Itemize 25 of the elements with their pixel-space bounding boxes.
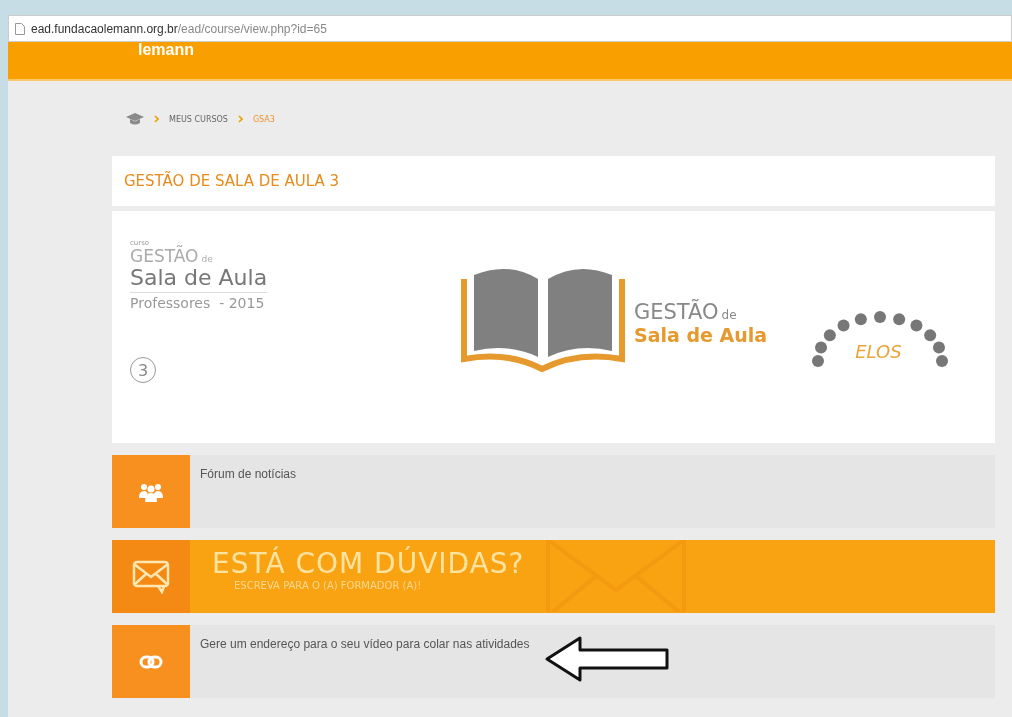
banner-title-small: GESTÃO	[130, 247, 199, 265]
partner-logo-text: ELOS	[855, 341, 902, 362]
activity-link[interactable]: Fórum de notícias	[200, 467, 297, 481]
envelope-icon	[132, 559, 170, 594]
url-domain: ead.fundacaolemann.org.br	[31, 21, 178, 36]
breadcrumb-link[interactable]: MEUS CURSOS	[169, 114, 228, 124]
book-connector: de	[721, 308, 737, 322]
banner-connector: de	[201, 254, 213, 264]
course-title: GESTÃO DE SALA DE AULA 3	[124, 172, 340, 190]
chevron-icon	[237, 115, 243, 123]
address-bar[interactable]: ead.fundacaolemann.org.br/ead/course/view.php?id=65	[8, 15, 1012, 42]
page-icon	[15, 22, 25, 35]
people-group-icon	[138, 481, 164, 502]
chevron-icon	[154, 115, 159, 123]
left-arrow-icon	[543, 635, 670, 683]
activity-link[interactable]: Gere um endereço para o seu vídeo para colar nas atividades	[200, 637, 530, 651]
banner-title-large: Sala de Aula	[130, 265, 268, 293]
book-subtitle: Sala de Aula	[634, 324, 768, 346]
graduation-cap-icon[interactable]	[126, 113, 144, 125]
banner-heading: ESTÁ COM DÚVIDAS?	[212, 548, 525, 580]
banner-audience: Professores - 2015	[130, 295, 266, 311]
book-title: GESTÃO	[634, 300, 719, 324]
banner-subheading: ESCREVA PARA O (A) FORMADOR (A)!	[234, 580, 423, 591]
link-icon	[139, 654, 163, 669]
url-path: /ead/course/view.php?id=65	[177, 21, 327, 36]
